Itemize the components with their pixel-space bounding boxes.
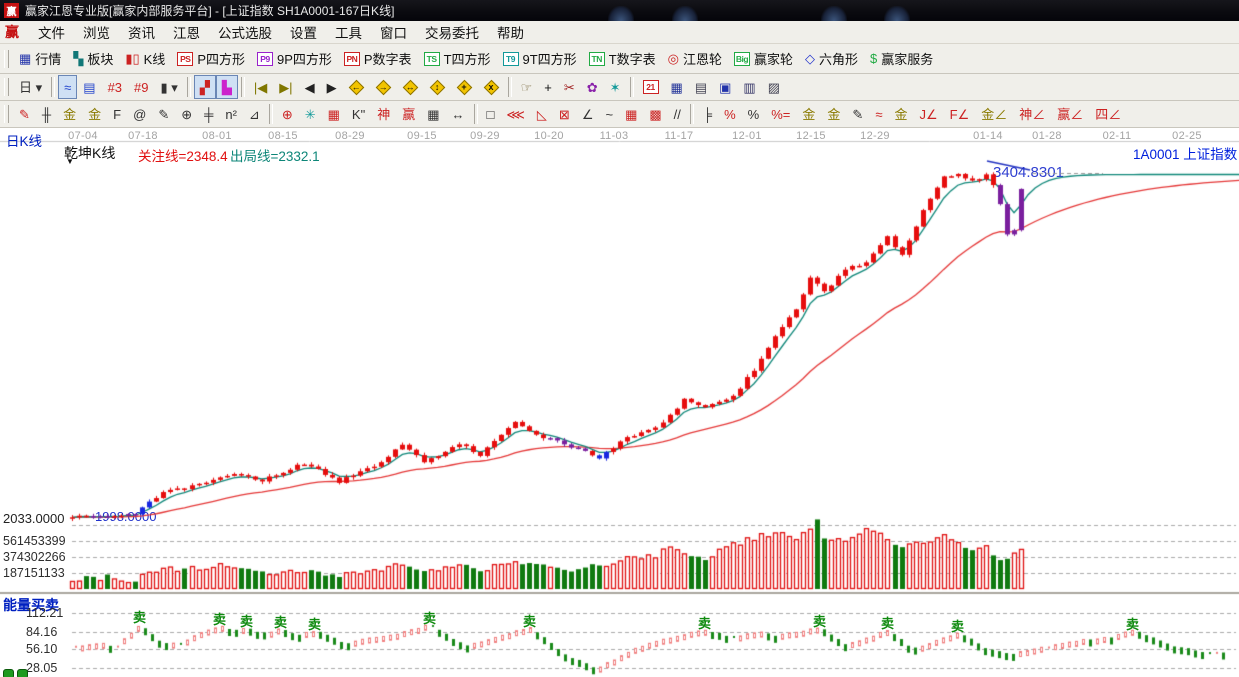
date-tick-07-04: 07-04 xyxy=(63,130,103,142)
kline-chart-canvas[interactable] xyxy=(0,0,1239,677)
attention-line-label: 关注线=2348.4 xyxy=(138,145,228,165)
sell-marker: 卖 xyxy=(240,611,253,630)
date-tick-09-15: 09-15 xyxy=(402,130,442,142)
date-tick-10-20: 10-20 xyxy=(529,130,569,142)
kline-period-label[interactable]: 日K线 xyxy=(6,130,42,150)
sell-marker: 卖 xyxy=(274,612,287,631)
sell-marker: 卖 xyxy=(881,613,894,632)
sell-marker: 卖 xyxy=(523,611,536,630)
date-tick-12-01: 12-01 xyxy=(727,130,767,142)
sell-marker: 卖 xyxy=(213,609,226,628)
date-tick-11-17: 11-17 xyxy=(659,130,699,142)
date-tick-02-25: 02-25 xyxy=(1167,130,1207,142)
sell-marker: 卖 xyxy=(1126,614,1139,633)
price-min-label: 2033.0000 xyxy=(3,511,64,526)
sell-marker: 卖 xyxy=(133,607,146,626)
sell-marker: 卖 xyxy=(813,611,826,630)
date-tick-11-03: 11-03 xyxy=(594,130,634,142)
status-bar-icon[interactable] xyxy=(17,669,28,677)
indicator-axis-label: 84.16 xyxy=(26,625,92,639)
symbol-label: 1A0001 上证指数 xyxy=(1133,143,1237,163)
date-tick-08-29: 08-29 xyxy=(330,130,370,142)
date-tick-12-15: 12-15 xyxy=(791,130,831,142)
indicator-axis-label: 56.10 xyxy=(26,642,92,656)
application-window: 赢 赢家江恩专业版[赢家内部服务平台] - [上证指数 SH1A0001-167… xyxy=(0,0,1239,677)
status-bar-icon[interactable] xyxy=(3,669,14,677)
volume-axis-label: 374302266 xyxy=(3,550,69,564)
date-tick-02-11: 02-11 xyxy=(1097,130,1137,142)
sell-marker: 卖 xyxy=(698,613,711,632)
date-tick-07-18: 07-18 xyxy=(123,130,163,142)
date-tick-01-14: 01-14 xyxy=(968,130,1008,142)
sell-marker: 卖 xyxy=(423,608,436,627)
sell-marker: 卖 xyxy=(951,616,964,635)
volume-axis-label: 561453399 xyxy=(3,534,69,548)
date-tick-08-15: 08-15 xyxy=(263,130,303,142)
exit-line-label: 出局线=2332.1 xyxy=(230,145,320,165)
chart-area: 1998.0000 3404.8301 日K线 乾坤K线 ▼ 关注线=2348.… xyxy=(0,128,1239,677)
indicator-axis-label: 112.21 xyxy=(26,606,92,620)
date-tick-12-29: 12-29 xyxy=(855,130,895,142)
indicator-axis-label: 28.05 xyxy=(26,661,92,675)
date-tick-01-28: 01-28 xyxy=(1027,130,1067,142)
date-tick-08-01: 08-01 xyxy=(197,130,237,142)
qiankun-dropdown-arrow-icon[interactable]: ▼ xyxy=(66,157,74,166)
sell-marker: 卖 xyxy=(308,614,321,633)
date-tick-09-29: 09-29 xyxy=(465,130,505,142)
volume-axis-label: 187151133 xyxy=(3,566,69,580)
